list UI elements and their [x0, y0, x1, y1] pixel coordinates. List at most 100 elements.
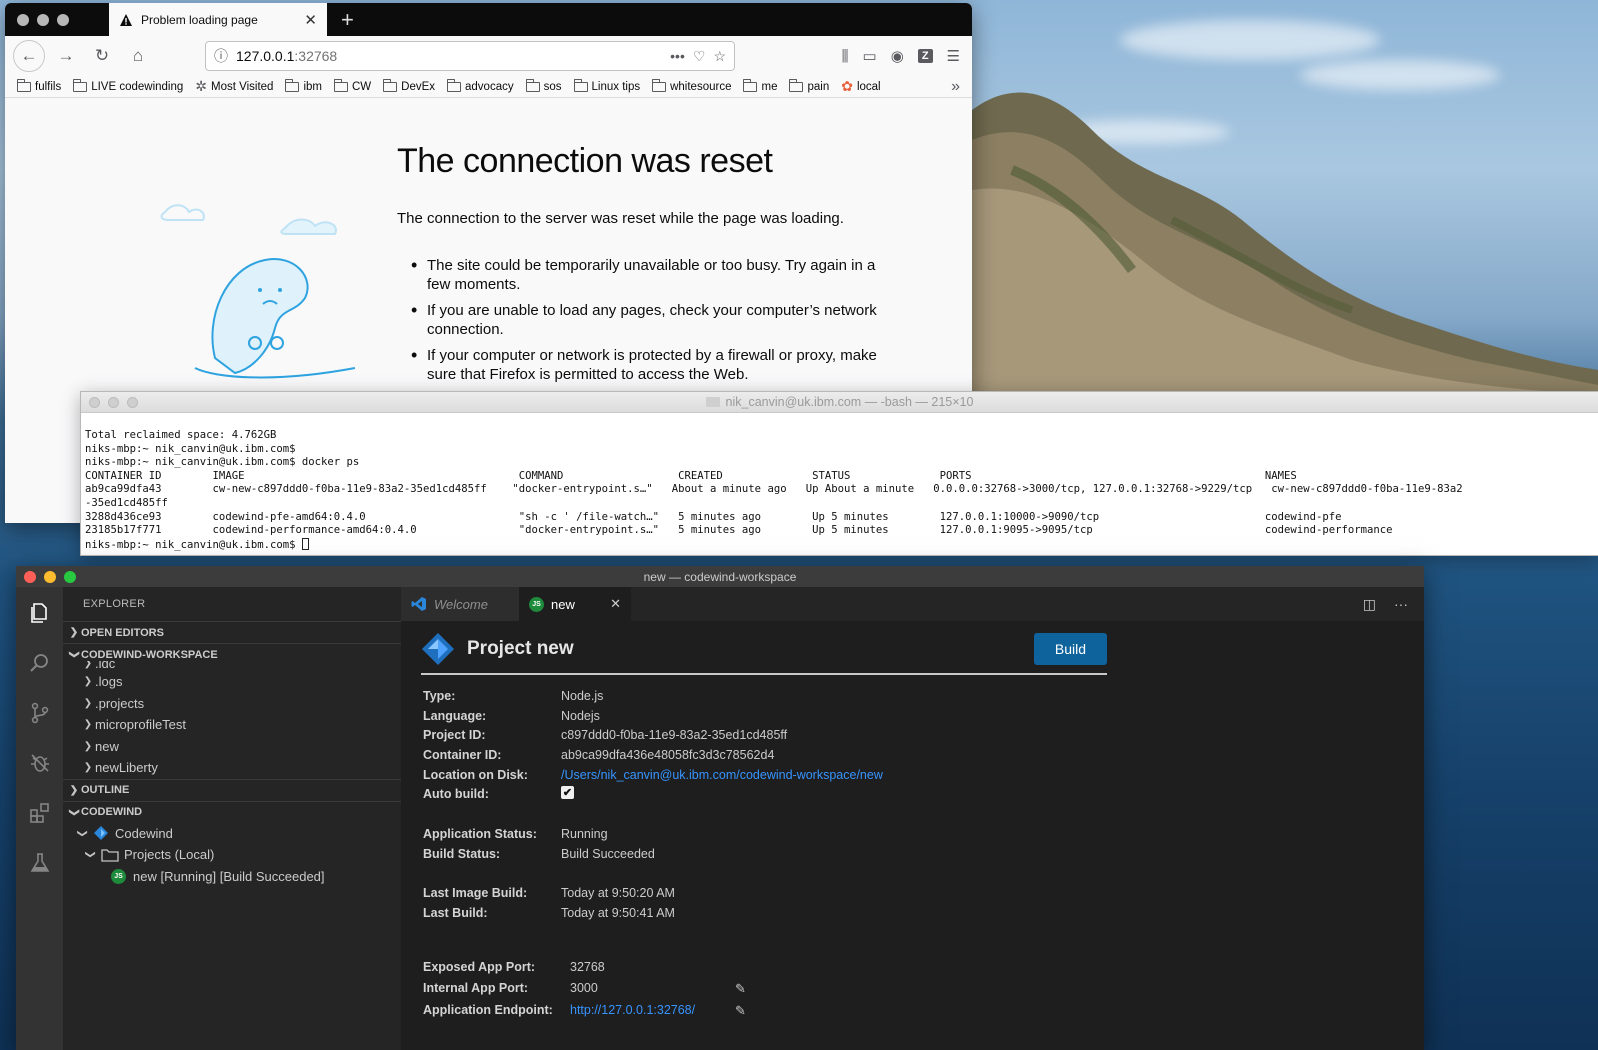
sidebar-icon[interactable]: ▭ — [863, 47, 877, 65]
back-button[interactable]: ← — [13, 40, 45, 72]
bookmark-item[interactable]: ibm — [285, 78, 322, 93]
chevron-right-icon: ❯ — [83, 719, 93, 731]
error-suggestions: The site could be temporarily unavailabl… — [397, 256, 877, 391]
close-tab-icon[interactable]: ✕ — [304, 11, 317, 29]
tab-title: Problem loading page — [141, 12, 258, 27]
url-bar[interactable]: ⓘ 127.0.0.1:32768 ••• ♡ ☆ — [205, 41, 735, 71]
bookmark-item[interactable]: pain — [789, 78, 829, 93]
more-actions-icon[interactable]: ··· — [1394, 596, 1408, 612]
property-value: c897ddd0-f0ba-11e9-83a2-35ed1cd485ff — [561, 728, 788, 742]
zoom-window-button[interactable] — [57, 13, 69, 26]
minimize-window-button[interactable] — [37, 13, 49, 26]
folder-label: .idc — [95, 661, 116, 671]
source-control-icon[interactable] — [26, 699, 54, 727]
editor-area: Welcome JS new ✕ ◫ ··· Project new Build — [401, 587, 1424, 1050]
edit-pencil-icon[interactable]: ✎ — [735, 1003, 746, 1019]
bookmark-item[interactable]: ✲ Most Visited — [195, 78, 273, 95]
url-port: :32768 — [294, 48, 338, 64]
chevron-right-icon: ❯ — [83, 697, 93, 709]
window-title: new — codewind-workspace — [643, 569, 797, 584]
property-label: Container ID: — [423, 748, 502, 762]
folder-item[interactable]: ❯ .idc — [63, 661, 401, 671]
zotero-icon[interactable]: Z — [917, 49, 933, 63]
bookmark-label: whitesource — [670, 80, 732, 93]
browser-tab[interactable]: Problem loading page ✕ — [109, 3, 327, 36]
property-label: Auto build: — [423, 787, 489, 801]
folder-icon — [789, 78, 804, 92]
bookmark-label: Linux tips — [591, 80, 641, 93]
property-link[interactable]: /Users/nik_canvin@uk.ibm.com/codewind-wo… — [561, 768, 883, 782]
close-tab-icon[interactable]: ✕ — [610, 596, 621, 612]
info-icon[interactable]: ⓘ — [214, 46, 228, 66]
project-item[interactable]: JS new [Running] [Build Succeeded] — [63, 866, 401, 888]
bookmark-item[interactable]: fulfils — [17, 78, 62, 93]
editor-actions: ◫ ··· — [1363, 587, 1424, 621]
debug-icon[interactable] — [26, 749, 54, 777]
suggestion-item: If you are unable to load any pages, che… — [397, 301, 877, 339]
folder-item[interactable]: ❯ microprofileTest — [63, 714, 401, 736]
suggestion-item: The site could be temporarily unavailabl… — [397, 256, 877, 294]
test-flask-icon[interactable] — [26, 849, 54, 877]
bookmark-label: CW — [351, 80, 372, 93]
bookmark-item[interactable]: CW — [333, 78, 372, 93]
bookmark-item[interactable]: advocacy — [447, 78, 514, 93]
bookmark-star-icon[interactable]: ☆ — [713, 48, 726, 65]
chevron-right-icon: ❯ — [83, 762, 93, 774]
folder-item[interactable]: ❯ new — [63, 736, 401, 758]
bookmark-item[interactable]: Linux tips — [573, 78, 641, 93]
folder-item[interactable]: ❯ .projects — [63, 693, 401, 715]
sad-dinosaur-icon — [160, 204, 356, 379]
forward-button[interactable]: → — [51, 41, 81, 71]
pocket-icon[interactable]: ♡ — [693, 48, 706, 65]
property-value: 32768 — [570, 960, 605, 974]
extensions-icon[interactable] — [26, 799, 54, 827]
section-outline[interactable]: ❯ OUTLINE — [63, 778, 401, 801]
section-open-editors[interactable]: ❯ OPEN EDITORS — [63, 621, 401, 643]
account-icon[interactable]: ◉ — [891, 47, 904, 65]
search-icon[interactable] — [26, 649, 54, 677]
tab-welcome[interactable]: Welcome — [401, 587, 519, 621]
error-description: The connection to the server was reset w… — [397, 210, 844, 227]
home-button[interactable]: ⌂ — [123, 41, 153, 71]
projects-local-item[interactable]: ❯ Projects (Local) — [63, 844, 401, 866]
bookmarks-toolbar: fulfils LIVE codewinding ✲ Most Visited ibm C… — [5, 76, 972, 98]
auto-build-checkbox[interactable]: ✔ — [561, 786, 574, 799]
library-icon[interactable]: ⫼ — [842, 48, 849, 65]
terminal-output[interactable]: Total reclaimed space: 4.762GB niks-mbp:~… — [81, 413, 1598, 552]
explorer-icon[interactable] — [26, 599, 54, 627]
url-host: 127.0.0.1 — [236, 48, 295, 64]
bookmark-item[interactable]: me — [743, 78, 777, 93]
folder-icon — [705, 397, 720, 407]
tab-label: new — [551, 596, 575, 612]
tab-new[interactable]: JS new ✕ — [519, 587, 631, 621]
codewind-root-item[interactable]: ❯ Codewind — [63, 823, 401, 845]
edit-pencil-icon[interactable]: ✎ — [735, 981, 746, 997]
menu-icon[interactable]: ☰ — [947, 47, 960, 65]
vscode-title-bar: new — codewind-workspace — [16, 566, 1424, 587]
chevron-right-icon: ❯ — [69, 627, 79, 638]
folder-item[interactable]: ❯ .logs — [63, 671, 401, 693]
local-folder-icon — [101, 849, 119, 862]
reload-button[interactable]: ↻ — [87, 41, 117, 71]
bookmark-item[interactable]: LIVE codewinding — [73, 78, 183, 93]
terminal-line: niks-mbp:~ nik_canvin@uk.ibm.com$ docker… — [85, 456, 360, 469]
new-tab-button[interactable]: + — [327, 3, 354, 36]
bookmark-item[interactable]: sos — [525, 78, 562, 93]
flower-icon: ✿ — [841, 78, 853, 94]
editor-tab-bar: Welcome JS new ✕ ◫ ··· — [401, 587, 1424, 621]
bookmark-label: fulfils — [35, 80, 62, 93]
page-actions-icon[interactable]: ••• — [670, 48, 685, 64]
split-editor-icon[interactable]: ◫ — [1363, 596, 1376, 613]
bookmark-item[interactable]: DevEx — [383, 78, 435, 93]
folder-item[interactable]: ❯ newLiberty — [63, 757, 401, 779]
bookmark-item[interactable]: whitesource — [652, 78, 732, 93]
section-codewind[interactable]: ❯ CODEWIND — [63, 800, 401, 823]
property-label: Internal App Port: — [423, 981, 529, 995]
more-bookmarks-icon[interactable]: » — [951, 78, 960, 96]
property-link[interactable]: http://127.0.0.1:32768/ — [570, 1003, 695, 1017]
close-window-button[interactable] — [17, 13, 29, 26]
build-button[interactable]: Build — [1034, 633, 1107, 665]
bookmark-item[interactable]: ✿ local — [841, 78, 880, 95]
terminal-prompt-line[interactable]: niks-mbp:~ nik_canvin@uk.ibm.com$ — [85, 537, 1594, 553]
property-value: 3000 — [570, 981, 598, 995]
